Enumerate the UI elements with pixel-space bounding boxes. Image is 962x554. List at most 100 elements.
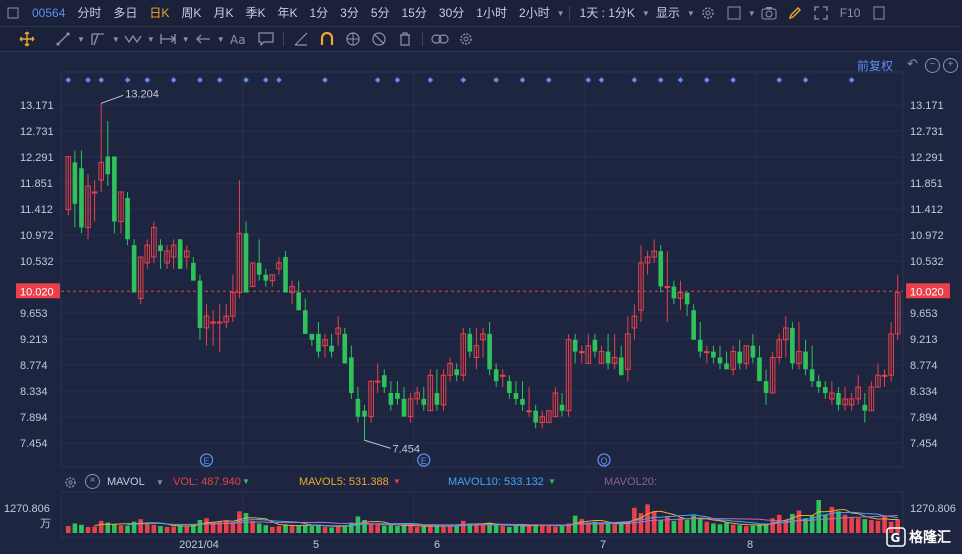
candle — [91, 191, 98, 194]
volume-bar — [730, 524, 736, 533]
volume-bar — [302, 525, 308, 533]
candle — [520, 398, 525, 405]
price-tick-label: 8.334 — [910, 386, 938, 398]
candle — [862, 404, 868, 411]
event-dot — [322, 77, 328, 83]
indicator-name[interactable]: MAVOL — [107, 474, 145, 490]
event-dot — [703, 77, 710, 83]
candle — [302, 310, 308, 334]
volume-bar — [665, 516, 670, 533]
volume-bar — [671, 520, 677, 533]
candle — [691, 310, 696, 340]
adjust-price-toggle[interactable]: 前复权 — [857, 57, 893, 74]
candle — [836, 392, 841, 405]
event-dot — [545, 77, 552, 83]
candle — [329, 345, 334, 352]
candle — [717, 357, 723, 364]
candle — [790, 327, 795, 364]
chevron-down-icon[interactable]: ▼ — [156, 478, 164, 487]
price-tick-label: 7.894 — [910, 412, 938, 424]
candle — [243, 233, 249, 293]
candle — [177, 239, 183, 269]
volume-bar — [493, 524, 499, 533]
vol-value: VOL: 487.940 — [173, 476, 241, 488]
event-dot — [519, 77, 526, 83]
volume-bar — [869, 519, 874, 533]
candle — [578, 351, 585, 354]
event-dot — [85, 77, 91, 83]
volume-bar — [138, 519, 144, 533]
volume-bar — [408, 525, 413, 533]
price-tick-label: 7.894 — [20, 412, 48, 424]
event-dot — [802, 77, 809, 83]
candle — [256, 262, 262, 275]
zoom-out-icon[interactable]: − — [925, 58, 940, 73]
volume-bar — [559, 525, 565, 533]
candle — [803, 351, 808, 370]
price-tick-label: 9.213 — [20, 334, 48, 346]
event-dot — [776, 77, 783, 83]
candle — [131, 245, 137, 293]
volume-bar — [776, 514, 782, 533]
volume-bar — [849, 517, 854, 533]
volume-bar — [125, 525, 130, 533]
price-tick-label: 9.653 — [20, 308, 48, 320]
volume-bar — [381, 525, 387, 533]
kline-chart[interactable]: 13.171 13.171 12.731 12.731 12.291 12.291 11.8… — [0, 0, 962, 554]
undo-icon[interactable]: ↶ — [906, 57, 919, 71]
volume-bar — [836, 511, 841, 533]
volume-bar — [270, 526, 275, 533]
candle — [105, 156, 111, 175]
volume-bar — [546, 526, 552, 533]
zoom-in-icon[interactable]: + — [943, 58, 958, 73]
price-tick-label: 8.334 — [20, 386, 48, 398]
candle — [210, 321, 216, 324]
candle — [395, 392, 400, 399]
volume-bar — [460, 520, 466, 533]
down-arrow-icon: ▼ — [393, 477, 401, 486]
volume-bar — [513, 525, 519, 533]
event-dot — [730, 77, 736, 83]
price-tick-label: 11.851 — [20, 178, 53, 190]
mavol10-value: MAVOL10: 533.132 — [448, 476, 544, 488]
candle — [499, 374, 506, 377]
volume-bar — [711, 523, 716, 533]
price-tick-label: 11.412 — [20, 204, 53, 216]
event-dot — [170, 77, 177, 83]
volume-bar — [309, 526, 315, 533]
candle — [816, 381, 822, 388]
candle — [316, 333, 321, 352]
event-marker: E — [417, 453, 431, 467]
price-tick-label: 10.532 — [20, 256, 54, 268]
candle — [763, 381, 769, 393]
event-dot — [243, 77, 249, 83]
candle — [493, 369, 499, 382]
candle — [283, 257, 288, 293]
candle — [618, 357, 624, 376]
volume-bar — [65, 526, 71, 533]
indicator-settings-gear-icon[interactable] — [61, 473, 79, 491]
candle — [507, 381, 512, 393]
candle — [671, 286, 677, 299]
price-tick-label: 8.774 — [20, 360, 48, 372]
candle — [757, 357, 762, 382]
candle — [664, 286, 671, 289]
candle — [533, 410, 538, 423]
event-marker-label: E — [421, 456, 427, 466]
candle — [374, 380, 381, 383]
volume-bar — [243, 513, 249, 533]
price-tick-label: 10.972 — [910, 230, 944, 242]
volume-bar — [395, 526, 400, 533]
event-dot — [98, 77, 105, 83]
event-dot — [65, 77, 72, 83]
volume-bar — [401, 525, 407, 533]
volume-bar — [98, 520, 104, 533]
price-tick-label: 11.412 — [910, 204, 943, 216]
candle — [355, 398, 361, 417]
volume-bar — [118, 525, 124, 533]
volume-bar — [454, 525, 459, 533]
close-indicator-icon[interactable]: × — [85, 474, 100, 489]
candle — [454, 369, 459, 376]
volume-bar — [724, 522, 729, 533]
volume-bar — [507, 526, 512, 533]
